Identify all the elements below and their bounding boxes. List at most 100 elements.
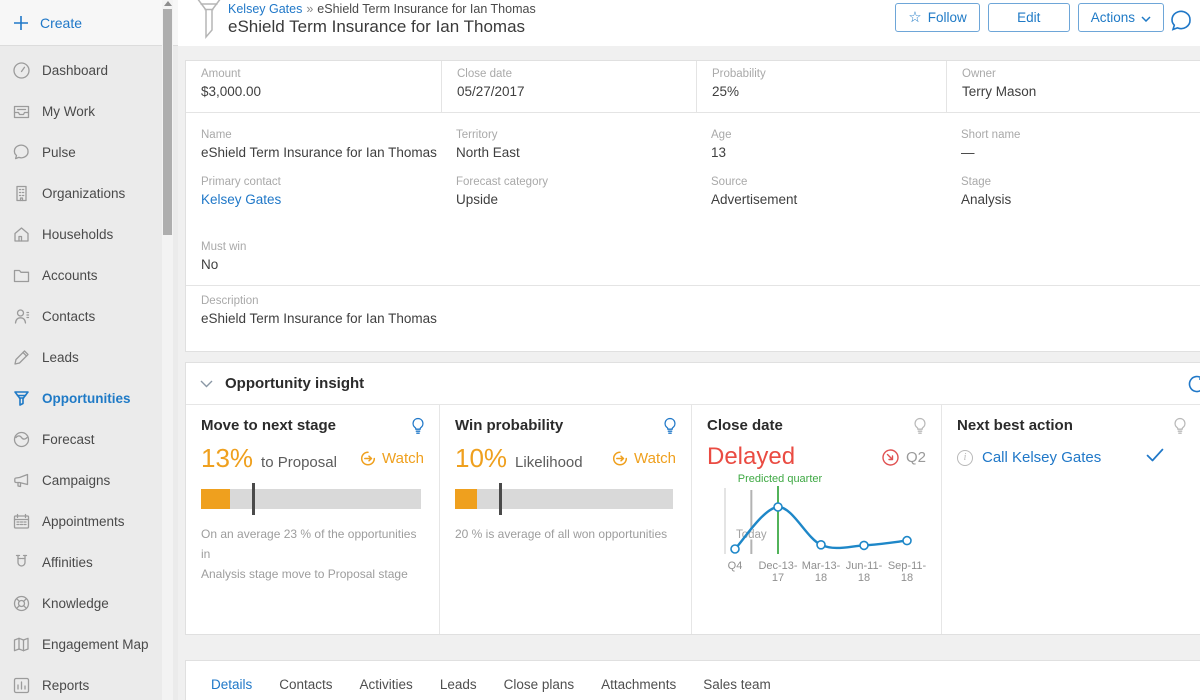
- breadcrumb-separator: »: [302, 2, 317, 16]
- breadcrumb: Kelsey Gates»eShield Term Insurance for …: [228, 2, 536, 16]
- sidebar-item-organizations[interactable]: Organizations: [0, 173, 178, 214]
- watch-icon: [360, 450, 377, 467]
- organizations-icon: [12, 184, 31, 203]
- primary-contact-link[interactable]: Kelsey Gates: [201, 192, 431, 207]
- field-close-date: Close date 05/27/2017: [441, 61, 696, 112]
- edit-button[interactable]: Edit: [988, 3, 1070, 32]
- sidebar-item-appointments[interactable]: Appointments: [0, 501, 178, 542]
- opportunity-insight-panel: Opportunity insight Move to next stage 1…: [185, 362, 1200, 635]
- star-icon: ☆: [908, 10, 921, 25]
- lightbulb-icon: [1172, 417, 1188, 440]
- households-icon: [12, 225, 31, 244]
- field-name: Name eShield Term Insurance for Ian Thom…: [186, 122, 441, 160]
- sidebar-item-engagement-map[interactable]: Engagement Map: [0, 624, 178, 665]
- actions-button[interactable]: Actions: [1078, 3, 1164, 32]
- watch-icon: [612, 450, 629, 467]
- engagement-map-icon: [12, 635, 31, 654]
- contacts-icon: [12, 307, 31, 326]
- breadcrumb-link[interactable]: Kelsey Gates: [228, 2, 302, 16]
- tab-sales-team[interactable]: Sales team: [703, 677, 771, 700]
- page-title: eShield Term Insurance for Ian Thomas: [228, 17, 525, 37]
- progress-fill: [201, 489, 230, 509]
- breadcrumb-current: eShield Term Insurance for Ian Thomas: [317, 2, 535, 16]
- sidebar-item-pulse[interactable]: Pulse: [0, 132, 178, 173]
- watch-button[interactable]: Watch: [360, 450, 424, 467]
- svg-text:Sep-11-: Sep-11-: [888, 560, 927, 572]
- leads-icon: [12, 348, 31, 367]
- scrollbar-thumb[interactable]: [163, 9, 172, 235]
- my-work-icon: [12, 102, 31, 121]
- progress-fill: [455, 489, 477, 509]
- insight-card-close-date: Close date Delayed Q2 TodayPredicted qua…: [691, 405, 941, 635]
- win-probability-value: 10%: [455, 443, 507, 474]
- close-date-status: Delayed: [707, 443, 795, 471]
- campaigns-icon: [12, 471, 31, 490]
- sidebar-item-reports[interactable]: Reports: [0, 665, 178, 700]
- field-age: Age 13: [696, 122, 946, 160]
- watch-button[interactable]: Watch: [612, 450, 676, 467]
- refresh-icon[interactable]: [1186, 373, 1200, 400]
- tab-activities[interactable]: Activities: [360, 677, 413, 700]
- win-progress-bar: [455, 489, 673, 509]
- chat-bubble-icon[interactable]: [1168, 8, 1194, 39]
- field-short-name: Short name —: [946, 122, 1200, 160]
- follow-button[interactable]: ☆ Follow: [895, 3, 979, 32]
- sidebar-item-campaigns[interactable]: Campaigns: [0, 460, 178, 501]
- svg-text:18: 18: [901, 572, 913, 584]
- create-button[interactable]: Create: [0, 0, 178, 46]
- sidebar: Create Dashboard My Work Pulse Organizat…: [0, 0, 178, 700]
- appointments-icon: [12, 512, 31, 531]
- sidebar-item-dashboard[interactable]: Dashboard: [0, 50, 178, 91]
- svg-text:17: 17: [772, 572, 784, 584]
- tab-leads[interactable]: Leads: [440, 677, 477, 700]
- affinities-icon: [12, 553, 31, 572]
- predicted-quarter-value: Q2: [906, 449, 926, 466]
- record-header: Kelsey Gates»eShield Term Insurance for …: [178, 0, 1200, 46]
- field-owner: Owner Terry Mason: [946, 61, 1200, 112]
- field-must-win: Must win No: [186, 234, 441, 272]
- sidebar-item-households[interactable]: Households: [0, 214, 178, 255]
- next-action-link[interactable]: Call Kelsey Gates: [982, 449, 1101, 466]
- lightbulb-icon: [912, 417, 928, 440]
- sidebar-scrollbar[interactable]: [162, 0, 173, 700]
- sidebar-item-my-work[interactable]: My Work: [0, 91, 178, 132]
- record-tabs: Details Contacts Activities Leads Close …: [185, 660, 1200, 700]
- pulse-icon: [12, 143, 31, 162]
- sidebar-item-contacts[interactable]: Contacts: [0, 296, 178, 337]
- svg-text:18: 18: [815, 572, 827, 584]
- tab-details[interactable]: Details: [211, 677, 252, 700]
- knowledge-icon: [12, 594, 31, 613]
- lightbulb-icon: [662, 417, 678, 440]
- lightbulb-icon: [410, 417, 426, 440]
- insight-card-win-probability: Win probability 10% Likelihood Watch 20 …: [439, 405, 691, 635]
- insight-card-move-to-next-stage: Move to next stage 13% to Proposal Watch…: [186, 405, 439, 635]
- collapse-chevron-icon[interactable]: [200, 380, 213, 388]
- sidebar-item-leads[interactable]: Leads: [0, 337, 178, 378]
- tab-close-plans[interactable]: Close plans: [504, 677, 575, 700]
- sidebar-item-forecast[interactable]: Forecast: [0, 419, 178, 460]
- sidebar-item-knowledge[interactable]: Knowledge: [0, 583, 178, 624]
- field-source: Source Advertisement: [696, 169, 946, 207]
- sidebar-item-accounts[interactable]: Accounts: [0, 255, 178, 296]
- field-territory: Territory North East: [441, 122, 696, 160]
- tab-contacts[interactable]: Contacts: [279, 677, 332, 700]
- opportunity-funnel-icon: [193, 0, 225, 45]
- plus-icon: [12, 14, 30, 32]
- forecast-icon: [12, 430, 31, 449]
- info-icon[interactable]: i: [957, 450, 973, 466]
- close-date-chart: TodayPredicted quarterQ4Dec-13-17Mar-13-…: [707, 474, 935, 586]
- create-label: Create: [40, 15, 82, 31]
- accounts-icon: [12, 266, 31, 285]
- sidebar-nav: Dashboard My Work Pulse Organizations Ho…: [0, 46, 178, 700]
- sidebar-item-affinities[interactable]: Affinities: [0, 542, 178, 583]
- field-stage: Stage Analysis: [946, 169, 1200, 207]
- delayed-icon: [881, 448, 900, 467]
- sidebar-item-opportunities[interactable]: Opportunities: [0, 378, 178, 419]
- complete-check-icon[interactable]: [1146, 448, 1164, 467]
- scrollbar-up-arrow[interactable]: [164, 1, 172, 6]
- svg-text:Dec-13-: Dec-13-: [758, 560, 797, 572]
- tab-attachments[interactable]: Attachments: [601, 677, 676, 700]
- svg-text:Predicted quarter: Predicted quarter: [738, 474, 823, 485]
- reports-icon: [12, 676, 31, 695]
- field-probability: Probability 25%: [696, 61, 946, 112]
